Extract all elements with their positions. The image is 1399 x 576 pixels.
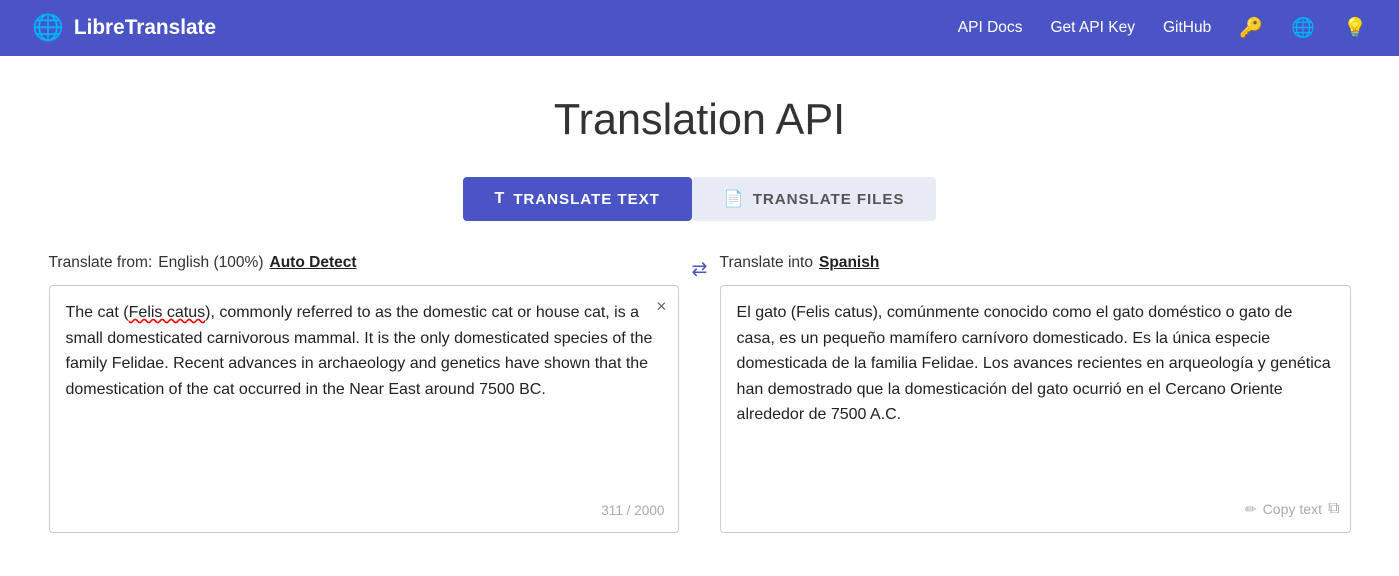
translate-files-icon: 📄: [724, 189, 745, 209]
auto-detect-link[interactable]: Auto Detect: [269, 254, 356, 272]
nav-api-docs[interactable]: API Docs: [958, 19, 1023, 37]
translate-text-icon: T: [495, 190, 506, 208]
source-lang-header: Translate from: English (100%) Auto Dete…: [49, 249, 680, 277]
nav-get-api-key[interactable]: Get API Key: [1050, 19, 1135, 37]
target-column: Translate into Spanish El gato (Felis ca…: [720, 249, 1351, 533]
key-icon[interactable]: 🔑: [1239, 16, 1263, 40]
swap-column: ⇄: [679, 249, 719, 281]
felis-catus-text: Felis catus: [129, 304, 205, 321]
brand-link[interactable]: 🌐 LibreTranslate: [32, 13, 958, 43]
source-text: The cat (Felis catus), commonly referred…: [66, 300, 663, 402]
source-header-label: Translate from:: [49, 254, 153, 272]
navbar: 🌐 LibreTranslate API Docs Get API Key Gi…: [0, 0, 1399, 56]
nav-github[interactable]: GitHub: [1163, 19, 1211, 37]
tab-translate-text[interactable]: T TRANSLATE TEXT: [463, 177, 692, 221]
brand-name: LibreTranslate: [74, 16, 216, 40]
page-title: Translation API: [49, 96, 1351, 145]
tab-bar: T TRANSLATE TEXT 📄 TRANSLATE FILES: [49, 177, 1351, 221]
brand-icon: 🌐: [32, 13, 64, 43]
clear-button[interactable]: ×: [656, 296, 666, 317]
copy-icon: ⧉: [1328, 496, 1339, 522]
globe-icon[interactable]: 🌐: [1291, 16, 1315, 40]
translation-row: Translate from: English (100%) Auto Dete…: [49, 249, 1351, 533]
target-text: El gato (Felis catus), comúnmente conoci…: [737, 300, 1334, 428]
tab-translate-files-label: TRANSLATE FILES: [753, 191, 905, 208]
main-content: Translation API T TRANSLATE TEXT 📄 TRANS…: [25, 56, 1375, 533]
pencil-icon: ✏: [1245, 498, 1257, 521]
bulb-icon[interactable]: 💡: [1343, 16, 1367, 40]
copy-bar[interactable]: ✏ Copy text ⧉: [1245, 496, 1340, 522]
source-textbox[interactable]: The cat (Felis catus), commonly referred…: [49, 285, 680, 533]
target-language-link[interactable]: Spanish: [819, 254, 879, 272]
tab-translate-text-label: TRANSLATE TEXT: [513, 191, 660, 208]
copy-label: Copy text: [1263, 498, 1322, 521]
target-lang-header: Translate into Spanish: [720, 249, 1351, 277]
tab-translate-files[interactable]: 📄 TRANSLATE FILES: [692, 177, 937, 221]
source-column: Translate from: English (100%) Auto Dete…: [49, 249, 680, 533]
target-textbox: El gato (Felis catus), comúnmente conoci…: [720, 285, 1351, 533]
navbar-links: API Docs Get API Key GitHub 🔑 🌐 💡: [958, 16, 1367, 40]
target-header-label: Translate into: [720, 254, 813, 272]
char-count: 311 / 2000: [601, 500, 664, 522]
swap-button[interactable]: ⇄: [691, 257, 707, 281]
source-language: English (100%): [158, 254, 263, 272]
